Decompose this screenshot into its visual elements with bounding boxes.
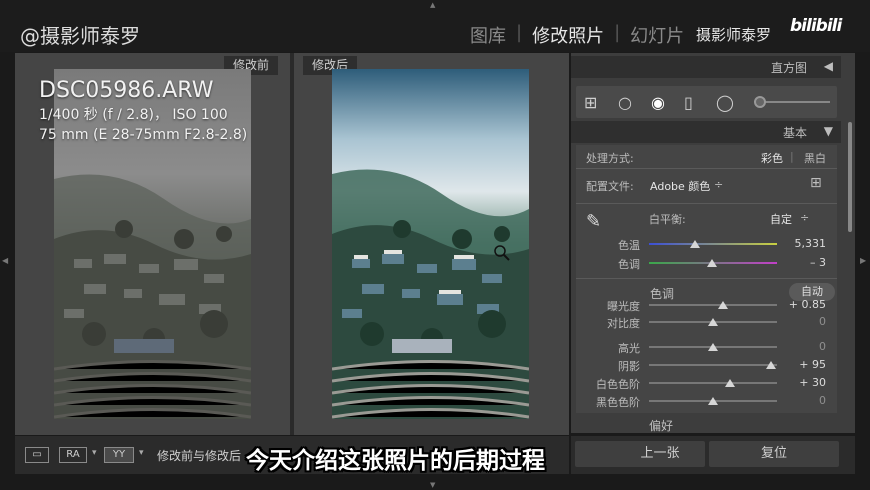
graduated-filter-icon[interactable]: ▯ bbox=[684, 93, 693, 112]
collapse-left-icon[interactable]: ◀ bbox=[2, 256, 8, 265]
divider bbox=[576, 203, 837, 204]
whites-slider-knob[interactable] bbox=[724, 379, 735, 387]
divider bbox=[576, 168, 837, 169]
tint-value[interactable]: – 3 bbox=[786, 256, 826, 269]
video-watermark: 摄影师泰罗 bbox=[696, 26, 772, 44]
white-balance-block: ✎ 白平衡: 自定 ÷ 色温 5,331 色调 – 3 bbox=[576, 203, 837, 278]
bilibili-logo: bilibili bbox=[790, 16, 842, 36]
shadows-value[interactable]: + 95 bbox=[786, 358, 826, 371]
whites-label: 白色色阶 bbox=[596, 378, 640, 391]
collapse-bottom-icon[interactable]: ▼ bbox=[430, 481, 435, 489]
before-pane: 修改前 DSC05986.ARW 1/400 秒 (f / 2.8)， ISO … bbox=[15, 53, 290, 435]
reset-button[interactable]: 复位 bbox=[709, 441, 839, 467]
module-separator: | bbox=[516, 22, 523, 43]
radial-filter-icon[interactable]: ◯ bbox=[716, 93, 734, 112]
brand-identity-plate: @摄影师泰罗 bbox=[20, 24, 140, 48]
before-after-ra-button[interactable]: RA bbox=[59, 447, 87, 463]
highlights-label: 高光 bbox=[618, 342, 640, 355]
develop-right-panel: 直方图 ◀ ⊞ ○ ◉ ▯ ◯ 基本 ▼ 处理方式: 彩色 | 黑白 配置文件:… bbox=[571, 53, 855, 433]
divider bbox=[576, 278, 837, 279]
after-photo[interactable] bbox=[332, 69, 529, 419]
blacks-slider-knob[interactable] bbox=[708, 397, 718, 405]
temp-slider[interactable] bbox=[649, 243, 777, 245]
shadows-label: 阴影 bbox=[618, 360, 640, 373]
module-picker: 图库 | 修改照片 | 幻灯片 bbox=[470, 22, 684, 48]
panel-scrollbar[interactable] bbox=[848, 122, 852, 232]
treatment-label: 处理方式: bbox=[586, 152, 634, 165]
tool-strip: ⊞ ○ ◉ ▯ ◯ bbox=[576, 86, 837, 118]
panel-bottom-bar: 上一张 复位 bbox=[571, 436, 855, 474]
profile-dropdown[interactable]: Adobe 颜色 bbox=[650, 178, 710, 194]
highlights-slider-knob[interactable] bbox=[708, 343, 718, 351]
module-separator: | bbox=[614, 22, 621, 43]
before-after-label: 修改前与修改后 bbox=[157, 449, 242, 463]
module-develop[interactable]: 修改照片 bbox=[532, 22, 604, 48]
collapse-top-icon[interactable]: ▲ bbox=[430, 1, 435, 9]
whites-value[interactable]: + 30 bbox=[786, 376, 826, 389]
tint-slider-knob[interactable] bbox=[706, 259, 717, 267]
treatment-color-option[interactable]: 彩色 bbox=[761, 150, 783, 166]
temp-label: 色温 bbox=[618, 239, 640, 252]
blacks-value[interactable]: 0 bbox=[786, 394, 826, 407]
expand-triangle-icon: ▼ bbox=[823, 124, 833, 138]
top-bar: ▲ @摄影师泰罗 图库 | 修改照片 | 幻灯片 摄影师泰罗 bilibili bbox=[0, 0, 870, 52]
treatment-bw-option[interactable]: 黑白 bbox=[804, 150, 826, 166]
exposure-slider[interactable] bbox=[649, 304, 777, 306]
presets-section[interactable]: 偏好 bbox=[571, 415, 841, 433]
presets-label: 偏好 bbox=[649, 419, 674, 433]
adjustment-brush-icon[interactable] bbox=[754, 96, 766, 108]
profile-browser-icon[interactable]: ⊞ bbox=[810, 175, 822, 191]
white-balance-dropdown[interactable]: 自定 bbox=[770, 211, 792, 227]
photo-exposure: 1/400 秒 (f / 2.8)， ISO 100 bbox=[39, 107, 228, 123]
treatment-separator: | bbox=[790, 150, 794, 163]
previous-button[interactable]: 上一张 bbox=[575, 441, 705, 467]
highlights-value[interactable]: 0 bbox=[786, 340, 826, 353]
blacks-label: 黑色色阶 bbox=[596, 396, 640, 409]
tone-block: 色调 自动 曝光度 + 0.85 对比度 0 高光 0 阴影 + 95 白色色阶 + 30 黑色色阶… bbox=[576, 278, 837, 413]
brush-slider[interactable] bbox=[756, 101, 830, 103]
photo-lens: 75 mm (E 28-75mm F2.8-2.8) bbox=[39, 127, 248, 143]
red-eye-icon[interactable]: ◉ bbox=[651, 93, 665, 112]
spot-removal-icon[interactable]: ○ bbox=[618, 93, 632, 112]
after-photo-image bbox=[332, 69, 529, 419]
view-dropdown-icon[interactable]: ▾ bbox=[92, 448, 97, 458]
exposure-label: 曝光度 bbox=[607, 300, 640, 313]
module-library[interactable]: 图库 bbox=[470, 22, 506, 48]
photo-filename: DSC05986.ARW bbox=[39, 78, 214, 103]
shadows-slider[interactable] bbox=[649, 364, 777, 366]
histogram-title: 直方图 bbox=[770, 61, 807, 75]
view-dropdown-icon[interactable]: ▾ bbox=[139, 448, 144, 458]
module-slideshow[interactable]: 幻灯片 bbox=[630, 22, 684, 48]
exposure-value[interactable]: + 0.85 bbox=[786, 298, 826, 311]
collapse-triangle-icon: ◀ bbox=[823, 59, 833, 73]
temp-value[interactable]: 5,331 bbox=[786, 237, 827, 250]
before-after-yy-button[interactable]: YY bbox=[104, 447, 134, 463]
white-balance-chevron-icon[interactable]: ÷ bbox=[800, 211, 809, 224]
profile-chevron-icon[interactable]: ÷ bbox=[714, 178, 723, 191]
profile-label: 配置文件: bbox=[586, 180, 634, 193]
contrast-label: 对比度 bbox=[607, 317, 640, 330]
exposure-slider-knob[interactable] bbox=[718, 301, 729, 309]
video-subtitle: 今天介绍这张照片的后期过程 bbox=[246, 448, 545, 474]
basic-header[interactable]: 基本 ▼ bbox=[571, 121, 841, 143]
compare-view: 修改前 DSC05986.ARW 1/400 秒 (f / 2.8)， ISO … bbox=[15, 53, 569, 435]
after-pane: 修改后 bbox=[294, 53, 569, 435]
crop-overlay-icon[interactable]: ⊞ bbox=[584, 93, 597, 112]
white-balance-label: 白平衡: bbox=[649, 213, 686, 226]
loupe-view-button[interactable]: ▭ bbox=[25, 447, 49, 463]
collapse-right-icon[interactable]: ▶ bbox=[860, 256, 866, 265]
basic-title: 基本 bbox=[782, 126, 807, 140]
shadows-slider-knob[interactable] bbox=[765, 361, 776, 369]
white-balance-eyedropper-icon[interactable]: ✎ bbox=[586, 211, 601, 232]
treatment-profile-block: 处理方式: 彩色 | 黑白 配置文件: Adobe 颜色 ÷ ⊞ bbox=[576, 145, 837, 203]
histogram-header[interactable]: 直方图 ◀ bbox=[571, 56, 841, 78]
contrast-slider-knob[interactable] bbox=[708, 318, 718, 326]
tint-label: 色调 bbox=[618, 258, 640, 271]
contrast-value[interactable]: 0 bbox=[786, 315, 826, 328]
photo-info-overlay: DSC05986.ARW 1/400 秒 (f / 2.8)， ISO 100 … bbox=[39, 77, 247, 145]
previous-label: 上一张 bbox=[640, 446, 680, 461]
tone-label: 色调 bbox=[650, 287, 675, 301]
temp-slider-knob[interactable] bbox=[690, 240, 701, 248]
whites-slider[interactable] bbox=[649, 382, 777, 384]
